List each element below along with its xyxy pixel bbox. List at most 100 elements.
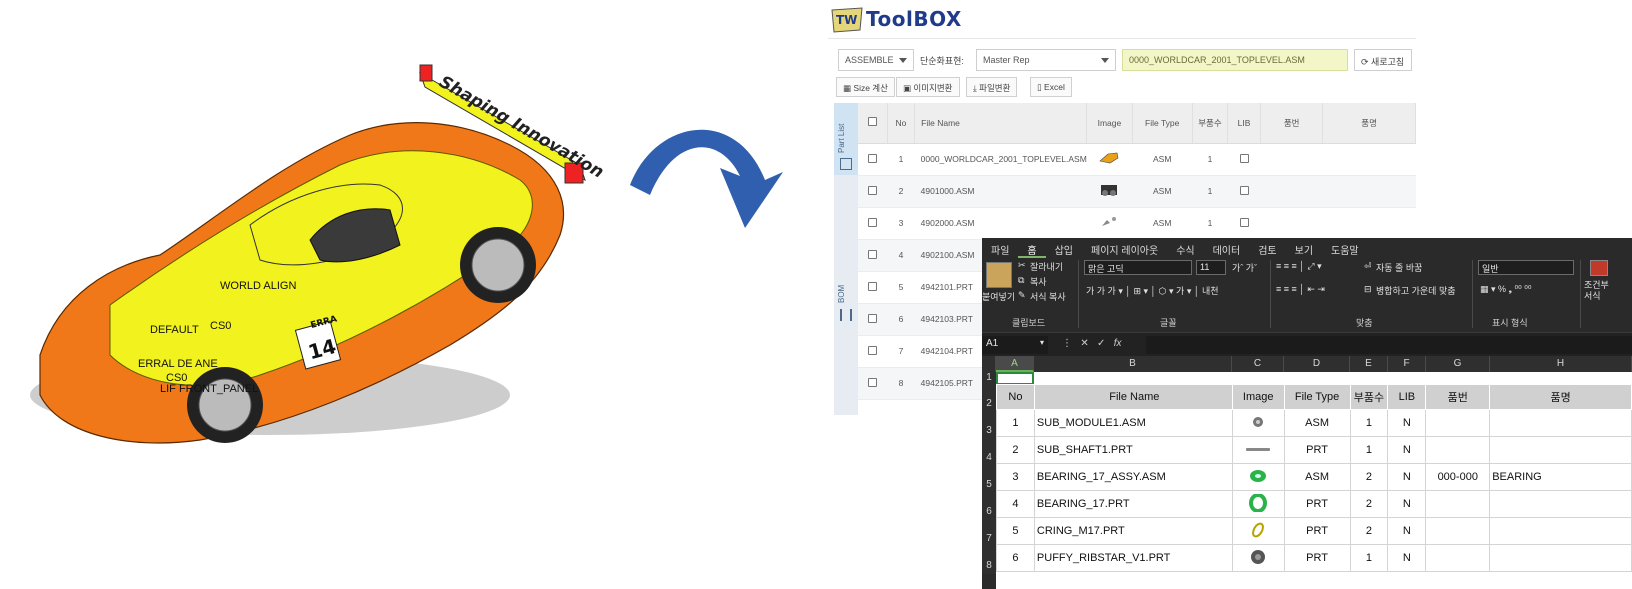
font-grow-icon[interactable]: 가ˆ 가ˇ bbox=[1232, 261, 1257, 274]
cell-qty[interactable]: 2 bbox=[1349, 490, 1389, 518]
cell-no[interactable]: 4 bbox=[996, 490, 1035, 518]
tab-file[interactable]: 파일 bbox=[982, 238, 1018, 258]
row-checkbox[interactable] bbox=[858, 303, 888, 336]
copy-button[interactable]: 복사 bbox=[1030, 275, 1047, 288]
cell-qty[interactable]: 1 bbox=[1349, 544, 1389, 572]
row-header-6[interactable]: 6 bbox=[982, 493, 996, 520]
row-checkbox[interactable] bbox=[858, 367, 888, 400]
sheet-header-part-no[interactable]: 품번 bbox=[1425, 384, 1491, 410]
cut-button[interactable]: 잘라내기 bbox=[1030, 260, 1063, 273]
cell-part-no[interactable]: 000-000 bbox=[1425, 463, 1491, 491]
col-header-part-name[interactable]: 품명 bbox=[1322, 103, 1416, 144]
col-header-a[interactable]: A bbox=[996, 356, 1034, 372]
select-all-corner[interactable] bbox=[982, 356, 996, 372]
table-row[interactable]: 1 SUB_MODULE1.ASM ASM 1 N bbox=[996, 409, 1632, 437]
row-checkbox[interactable] bbox=[858, 143, 888, 176]
size-calc-button[interactable]: ▦ Size 계산 bbox=[836, 77, 895, 97]
number-format-icons[interactable]: ▦ ▾ % ❟ ⁰⁰ ⁰⁰ bbox=[1480, 284, 1532, 295]
cell-file-name[interactable]: BEARING_17_ASSY.ASM bbox=[1033, 463, 1233, 491]
sheet-header-file-name[interactable]: File Name bbox=[1033, 384, 1233, 410]
tab-view[interactable]: 보기 bbox=[1286, 238, 1322, 258]
conditional-format-icon[interactable] bbox=[1590, 260, 1608, 276]
row-header-7[interactable]: 7 bbox=[982, 520, 996, 547]
col-header-e[interactable]: E bbox=[1350, 356, 1388, 372]
cell-file-name[interactable]: CRING_M17.PRT bbox=[1033, 517, 1233, 545]
cell-qty[interactable]: 2 bbox=[1349, 517, 1389, 545]
tab-part-list[interactable]: Part List bbox=[834, 103, 858, 175]
cell-lib[interactable]: N bbox=[1387, 544, 1427, 572]
conditional-format-button[interactable]: 조건부 서식 bbox=[1584, 280, 1609, 302]
row-checkbox[interactable] bbox=[858, 175, 888, 208]
file-convert-button[interactable]: ⤓ 파일변환 bbox=[966, 77, 1018, 97]
align-horizontal-icons[interactable]: ≡ ≡ ≡ │ ⇤ ⇥ bbox=[1276, 284, 1325, 295]
cell-part-name[interactable] bbox=[1489, 409, 1632, 437]
cell-lib[interactable]: N bbox=[1387, 436, 1427, 464]
cell-lib[interactable]: N bbox=[1387, 490, 1427, 518]
row-header-4[interactable]: 4 bbox=[982, 439, 996, 466]
cell-qty[interactable]: 1 bbox=[1349, 436, 1389, 464]
cell-no[interactable]: 2 bbox=[996, 436, 1035, 464]
tab-formulas[interactable]: 수식 bbox=[1167, 238, 1203, 258]
table-row[interactable]: 2 SUB_SHAFT1.PRT PRT 1 N bbox=[996, 436, 1632, 464]
cell-part-name[interactable]: BEARING bbox=[1489, 463, 1632, 491]
tab-home[interactable]: 홈 bbox=[1018, 238, 1046, 258]
cell-file-type[interactable]: ASM bbox=[1283, 463, 1351, 491]
cell-grid[interactable]: No File Name Image File Type 부품수 LIB 품번 … bbox=[996, 372, 1632, 589]
col-header-file-type[interactable]: File Type bbox=[1132, 103, 1193, 144]
tab-bom-label[interactable]: BOM bbox=[837, 285, 846, 303]
excel-button[interactable]: ▯ Excel bbox=[1030, 77, 1072, 97]
row-header-5[interactable]: 5 bbox=[982, 466, 996, 493]
col-header-b[interactable]: B bbox=[1034, 356, 1232, 372]
cell-file-name[interactable]: SUB_SHAFT1.PRT bbox=[1033, 436, 1233, 464]
sheet-header-file-type[interactable]: File Type bbox=[1283, 384, 1351, 410]
cell-no[interactable]: 6 bbox=[996, 544, 1035, 572]
sheet-header-qty[interactable]: 부품수 bbox=[1349, 384, 1389, 410]
rep-select[interactable]: Master Rep bbox=[976, 49, 1116, 71]
cell-file-type[interactable]: PRT bbox=[1283, 436, 1351, 464]
name-box[interactable]: A1 ▾ bbox=[982, 336, 1048, 354]
cell-part-no[interactable] bbox=[1425, 409, 1491, 437]
col-header-h[interactable]: H bbox=[1490, 356, 1632, 372]
formula-input[interactable] bbox=[1146, 336, 1632, 354]
cell-lib[interactable]: N bbox=[1387, 463, 1427, 491]
select-all-checkbox[interactable] bbox=[858, 103, 888, 144]
row-checkbox[interactable] bbox=[858, 335, 888, 368]
font-size-select[interactable]: 11 bbox=[1196, 260, 1226, 275]
table-row[interactable]: 3 4902000.ASM ASM 1 bbox=[858, 207, 1416, 240]
row-checkbox[interactable] bbox=[858, 207, 888, 240]
cell-file-name[interactable]: SUB_MODULE1.ASM bbox=[1033, 409, 1233, 437]
tab-page-layout[interactable]: 페이지 레이아웃 bbox=[1082, 238, 1167, 258]
row-checkbox[interactable] bbox=[858, 239, 888, 272]
cell-image[interactable] bbox=[1231, 463, 1285, 491]
cell-image[interactable] bbox=[1231, 490, 1285, 518]
row-header-8[interactable]: 8 bbox=[982, 547, 996, 574]
cell-file-name[interactable]: PUFFY_RIBSTAR_V1.PRT bbox=[1033, 544, 1233, 572]
font-name-select[interactable]: 맑은 고딕 bbox=[1084, 260, 1192, 275]
cell-file-type[interactable]: PRT bbox=[1283, 544, 1351, 572]
sheet-header-image[interactable]: Image bbox=[1231, 384, 1285, 410]
col-header-d[interactable]: D bbox=[1284, 356, 1350, 372]
table-row[interactable]: 2 4901000.ASM ASM 1 bbox=[858, 175, 1416, 208]
col-header-f[interactable]: F bbox=[1388, 356, 1426, 372]
row-header-2[interactable]: 2 bbox=[982, 386, 996, 412]
cell-image[interactable] bbox=[1231, 409, 1285, 437]
cell-lib[interactable]: N bbox=[1387, 409, 1427, 437]
refresh-button[interactable]: ⟳ 새로고침 bbox=[1354, 49, 1412, 71]
cell-part-name[interactable] bbox=[1489, 436, 1632, 464]
toplevel-assembly-field[interactable]: 0000_WORLDCAR_2001_TOPLEVEL.ASM bbox=[1122, 49, 1348, 71]
format-painter-button[interactable]: 서식 복사 bbox=[1030, 290, 1066, 303]
col-header-image[interactable]: Image bbox=[1086, 103, 1133, 144]
cell-lib[interactable]: N bbox=[1387, 517, 1427, 545]
cell-file-type[interactable]: PRT bbox=[1283, 517, 1351, 545]
number-format-select[interactable]: 일반 bbox=[1478, 260, 1574, 275]
cell-no[interactable]: 1 bbox=[996, 409, 1035, 437]
table-row[interactable]: 6 PUFFY_RIBSTAR_V1.PRT PRT 1 N bbox=[996, 544, 1632, 572]
cell-file-type[interactable]: PRT bbox=[1283, 490, 1351, 518]
cell-qty[interactable]: 2 bbox=[1349, 463, 1389, 491]
col-header-lib[interactable]: LIB bbox=[1227, 103, 1262, 144]
cell-no[interactable]: 5 bbox=[996, 517, 1035, 545]
cell-part-no[interactable] bbox=[1425, 544, 1491, 572]
col-header-part-no[interactable]: 품번 bbox=[1260, 103, 1324, 144]
wrap-text-button[interactable]: 자동 줄 바꿈 bbox=[1376, 261, 1422, 274]
align-vertical-icons[interactable]: ≡ ≡ ≡ │ ⤢ ▾ bbox=[1276, 261, 1322, 272]
